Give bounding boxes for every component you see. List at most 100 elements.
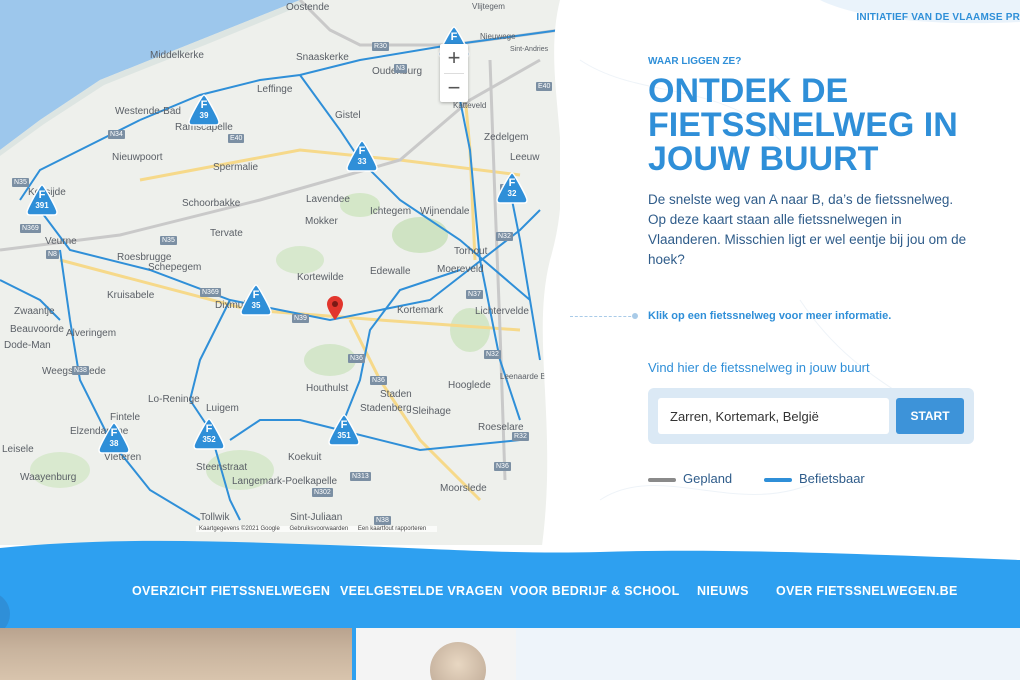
road-tag: N36 [370, 376, 387, 385]
route-number: 38 [109, 439, 119, 448]
road-tag: N32 [496, 232, 513, 241]
place-label: Zwaantje [14, 306, 55, 317]
eyebrow: WAAR LIGGEN ZE? [648, 56, 742, 67]
place-label: Sint-Juliaan [290, 512, 343, 523]
place-label: Schoorbakke [182, 198, 241, 209]
zoom-out-button[interactable]: − [440, 74, 468, 103]
place-label: Wijnendale [420, 206, 470, 217]
route-marker[interactable]: F 39 [188, 94, 220, 126]
road-tag: N302 [312, 488, 333, 497]
place-label: Alveringem [66, 328, 117, 339]
route-number: 351 [337, 431, 351, 440]
road-tag: N369 [20, 224, 41, 233]
road-tag: R30 [372, 42, 389, 51]
place-label: Westende-Bad [115, 106, 181, 117]
map[interactable]: Oostende Vlijtegem Nieuwege Sint-Andries… [0, 0, 560, 545]
place-label: Waayenburg [20, 472, 77, 483]
road-tag: N3 [394, 64, 407, 73]
place-label: Steenstraat [196, 462, 248, 473]
location-pin-icon[interactable] [327, 296, 343, 325]
legend-rideable-label: Befietsbaar [799, 471, 865, 486]
hint-dot [632, 313, 638, 319]
place-label: Tollwik [200, 512, 230, 523]
nav-faq[interactable]: VEELGESTELDE VRAGEN [340, 584, 503, 598]
legend-planned-swatch [648, 477, 676, 482]
initiative-link[interactable]: INITIATIEF VAN DE VLAAMSE PR [856, 12, 1020, 23]
place-label: Middelkerke [150, 50, 204, 61]
nav-business-school[interactable]: VOOR BEDRIJF & SCHOOL [510, 584, 680, 598]
search-label: Vind hier de fietssnelweg in jouw buurt [648, 360, 870, 375]
search-input[interactable] [658, 398, 889, 434]
attribution-text: Kaartgegevens ©2021 Google [199, 526, 280, 532]
road-tag: N8 [46, 250, 59, 259]
place-label: Hooglede [448, 380, 491, 391]
place-label: Kortemark [397, 305, 444, 316]
page-title: ONTDEK DE FIETSSNELWEG IN JOUW BUURT [648, 72, 958, 178]
info-panel: INITIATIEF VAN DE VLAAMSE PR WAAR LIGGEN… [540, 0, 1020, 560]
place-label: Vlijtegem [472, 2, 505, 11]
place-label: Staden [380, 389, 412, 400]
route-letter: F [200, 99, 208, 111]
place-label: Kruisabele [107, 290, 155, 301]
nav-overview[interactable]: OVERZICHT FIETSSNELWEGEN [132, 584, 330, 598]
content-card [516, 628, 1020, 680]
place-label: Spermalie [213, 162, 259, 173]
road-tag: E40 [228, 134, 245, 143]
route-marker[interactable]: F 38 [98, 422, 130, 454]
place-label: Moereveld [437, 264, 484, 275]
place-label: Nieuwege [480, 32, 516, 41]
place-label: Sleihage [412, 406, 451, 417]
place-label: Koekuit [288, 452, 322, 463]
place-label: Houthulst [306, 383, 349, 394]
road-tag: N313 [350, 472, 371, 481]
route-letter: F [252, 289, 260, 301]
place-label: Ichtegem [370, 206, 412, 217]
road-tag: N38 [72, 366, 89, 375]
route-number: 35 [251, 301, 261, 310]
route-number: 33 [357, 157, 367, 166]
place-label: Kortewilde [297, 272, 344, 283]
route-number: 391 [35, 201, 49, 210]
route-marker[interactable]: F 351 [328, 414, 360, 446]
route-letter: F [110, 427, 118, 439]
place-label: Beauvoorde [10, 324, 64, 335]
legend-planned: Gepland [648, 471, 732, 486]
route-letter: F [38, 189, 46, 201]
place-label: Moorslede [440, 483, 487, 494]
nav-news[interactable]: NIEUWS [697, 584, 749, 598]
place-label: Langemark-Poelkapelle [232, 476, 338, 487]
page: Oostende Vlijtegem Nieuwege Sint-Andries… [0, 0, 1020, 680]
road-tag: N37 [466, 290, 483, 299]
place-label: Veurne [45, 236, 77, 247]
road-tag: N36 [494, 462, 511, 471]
route-letter: F [205, 423, 213, 435]
route-marker[interactable]: F 352 [193, 418, 225, 450]
place-label: Oostende [286, 2, 330, 13]
place-label: Mokker [305, 216, 338, 227]
place-label: Tervate [210, 228, 243, 239]
road-tag: N369 [200, 288, 221, 297]
place-label: Dode-Man [4, 340, 51, 351]
road-tag: N35 [160, 236, 177, 245]
place-label: Schepegem [148, 262, 202, 273]
intro-text: De snelste weg van A naar B, da’s de fie… [648, 192, 967, 267]
route-marker[interactable]: F 33 [346, 140, 378, 172]
road-tag: N36 [348, 354, 365, 363]
map-pin-icon [327, 296, 343, 320]
place-label: Luigem [206, 403, 239, 414]
place-label: Leisele [2, 444, 34, 455]
road-tag: N34 [108, 130, 125, 139]
terms-link[interactable]: Gebruiksvoorwaarden [289, 526, 348, 532]
route-marker[interactable]: F 35 [240, 284, 272, 316]
road-tag: N32 [484, 350, 501, 359]
route-marker[interactable]: F 391 [26, 184, 58, 216]
zoom-control: + − [440, 44, 468, 102]
hero-photo[interactable] [0, 628, 352, 680]
route-letter: F [450, 31, 458, 43]
hint-connector [570, 316, 636, 317]
nav-about[interactable]: OVER FIETSSNELWEGEN.BE [776, 584, 958, 598]
report-error-link[interactable]: Een kaartfout rapporteren [358, 526, 426, 532]
start-button[interactable]: START [896, 398, 964, 434]
place-label: Lavendee [306, 194, 350, 205]
zoom-in-button[interactable]: + [440, 44, 468, 73]
